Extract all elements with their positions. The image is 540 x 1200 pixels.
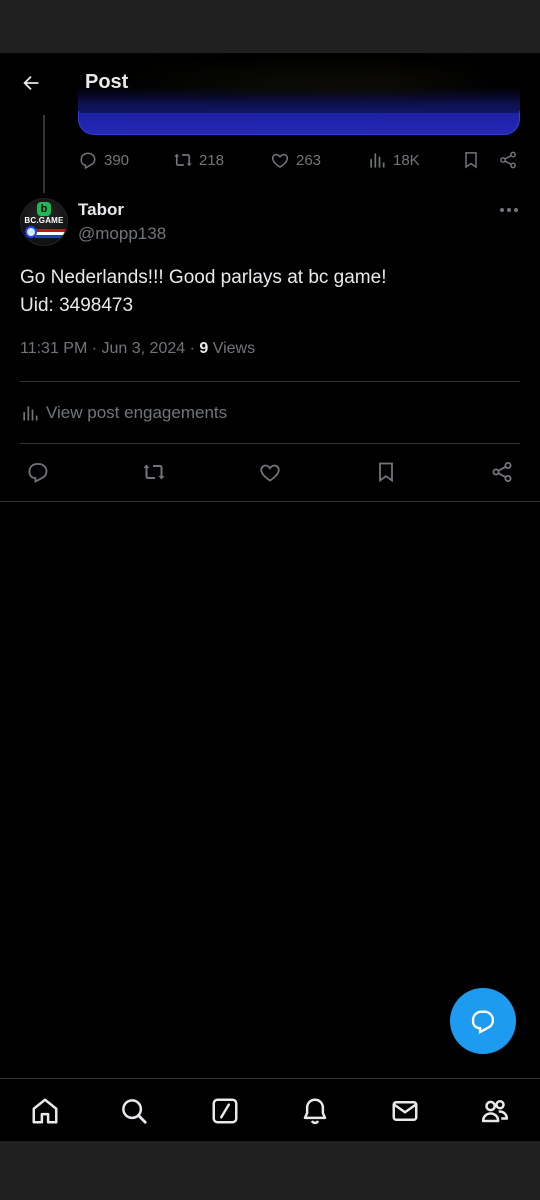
post-views-label: Views — [208, 340, 256, 357]
media-border — [78, 111, 520, 135]
post-body: Go Nederlands!!! Good parlays at bc game… — [20, 264, 520, 320]
reply-icon — [28, 463, 48, 484]
more-options-button[interactable] — [494, 198, 524, 222]
post-text-line: Uid: 3498473 — [20, 295, 134, 316]
share-icon — [492, 462, 512, 482]
reply-button[interactable] — [21, 456, 55, 488]
view-engagements-label: View post engagements — [46, 403, 228, 422]
post-header: Post — [0, 53, 540, 113]
bookmark-button[interactable] — [369, 456, 403, 488]
more-horizontal-icon — [500, 208, 518, 212]
repost-icon — [143, 464, 165, 480]
notifications-icon — [303, 1098, 327, 1125]
nav-messages[interactable] — [385, 1091, 425, 1131]
parent-post-action-bar: 390 218 263 18K — [78, 146, 522, 174]
search-icon — [122, 1099, 147, 1124]
analytics-icon — [23, 406, 38, 421]
avatar-logo-text: BC.GAME — [24, 216, 64, 225]
parent-reply-count: 390 — [104, 151, 130, 169]
back-arrow-icon — [23, 75, 39, 91]
parent-repost-count: 218 — [199, 151, 225, 169]
author-handle[interactable]: @mopp138 — [78, 224, 166, 244]
parent-share-button[interactable] — [498, 146, 518, 174]
thread-connector-line — [43, 115, 45, 193]
bookmark-icon — [465, 152, 477, 169]
avatar-ball-graphic — [25, 226, 37, 238]
nav-home[interactable] — [25, 1091, 65, 1131]
parent-reply-button[interactable]: 390 — [78, 146, 129, 174]
bookmark-icon — [379, 462, 393, 483]
nav-notifications[interactable] — [295, 1091, 335, 1131]
repost-button[interactable] — [137, 456, 171, 488]
parent-like-button[interactable]: 263 — [270, 146, 321, 174]
avatar-flag-stripe — [35, 235, 67, 238]
share-button[interactable] — [485, 456, 519, 488]
like-icon — [271, 153, 289, 168]
divider — [20, 443, 520, 444]
repost-icon — [174, 153, 192, 167]
post-action-bar — [0, 456, 540, 488]
page-title: Post — [85, 71, 129, 93]
status-bar — [0, 0, 540, 53]
views-icon — [370, 153, 385, 168]
post-timestamp[interactable]: 11:31 PM · Jun 3, 2024 · — [20, 340, 199, 357]
grok-icon — [212, 1098, 238, 1124]
parent-bookmark-button[interactable] — [461, 146, 481, 174]
nav-search[interactable] — [114, 1091, 154, 1131]
communities-icon — [481, 1099, 509, 1123]
post-meta: 11:31 PM · Jun 3, 2024 · 9 Views — [20, 340, 255, 358]
bottom-navigation — [0, 1078, 540, 1141]
post-view-count: 9 — [199, 340, 209, 357]
parent-view-count: 18K — [393, 151, 420, 169]
post-screen: Post 390 218 263 18K b BC.GAME Tabor @mo… — [0, 0, 540, 1200]
post-text-line: Go Nederlands!!! Good parlays at bc game… — [20, 267, 387, 288]
like-icon — [260, 464, 280, 482]
share-icon — [500, 151, 516, 169]
nav-communities[interactable] — [475, 1091, 515, 1131]
author-display-name[interactable]: Tabor — [78, 200, 124, 220]
system-navigation-bar — [0, 1141, 540, 1200]
back-button[interactable] — [14, 66, 48, 100]
messages-icon — [392, 1101, 418, 1121]
nav-grok[interactable] — [205, 1091, 245, 1131]
compose-reply-icon — [471, 1010, 495, 1035]
parent-repost-button[interactable]: 218 — [173, 146, 224, 174]
parent-like-count: 263 — [296, 151, 322, 169]
avatar[interactable]: b BC.GAME — [20, 198, 68, 246]
parent-views-button[interactable]: 18K — [367, 146, 420, 174]
view-engagements-link[interactable]: View post engagements — [20, 400, 227, 426]
home-icon — [32, 1098, 58, 1124]
divider — [20, 381, 520, 382]
reply-fab[interactable] — [450, 988, 516, 1054]
avatar-logo-letter: b — [37, 202, 51, 216]
divider — [0, 501, 540, 502]
reply-icon — [80, 152, 96, 170]
like-button[interactable] — [253, 456, 287, 488]
